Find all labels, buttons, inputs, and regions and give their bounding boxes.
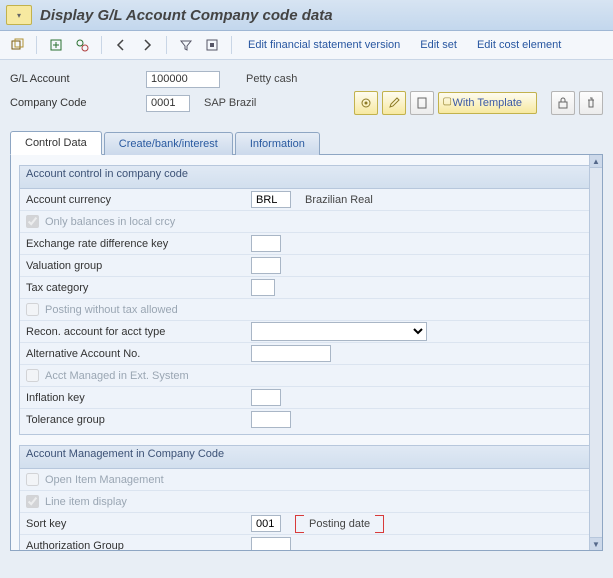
recon-account-select[interactable]: [251, 322, 427, 341]
inflation-key-input[interactable]: [251, 389, 281, 406]
gl-account-label: G/L Account: [10, 73, 140, 85]
company-code-label: Company Code: [10, 97, 140, 109]
window-title: Display G/L Account Company code data: [40, 7, 333, 24]
valuation-group-input[interactable]: [251, 257, 281, 274]
line-item-checkbox: [26, 495, 39, 508]
gl-account-input[interactable]: [146, 71, 220, 88]
edit-set-link[interactable]: Edit set: [412, 39, 465, 51]
tolerance-group-input[interactable]: [251, 411, 291, 428]
scroll-down-icon[interactable]: ▼: [590, 537, 602, 550]
alt-account-label: Alternative Account No.: [26, 348, 251, 360]
inflation-key-label: Inflation key: [26, 392, 251, 404]
only-balances-label: Only balances in local crcy: [45, 216, 270, 228]
edit-financial-statement-link[interactable]: Edit financial statement version: [240, 39, 408, 51]
next-icon[interactable]: [136, 34, 158, 56]
sort-key-desc: Posting date: [295, 518, 384, 530]
scroll-up-icon[interactable]: ▲: [590, 155, 602, 168]
ext-system-label: Acct Managed in Ext. System: [45, 370, 270, 382]
application-toolbar: Edit financial statement version Edit se…: [0, 31, 613, 60]
tab-information[interactable]: Information: [235, 132, 320, 155]
sort-key-input[interactable]: [251, 515, 281, 532]
with-template-button[interactable]: ▢With Template: [438, 92, 538, 114]
recon-account-label: Recon. account for acct type: [26, 326, 251, 338]
toggle-display-change-icon[interactable]: [6, 34, 28, 56]
tolerance-group-label: Tolerance group: [26, 414, 251, 426]
group-account-management: Account Management in Company Code Open …: [19, 445, 594, 551]
previous-icon[interactable]: [110, 34, 132, 56]
settings-icon[interactable]: [201, 34, 223, 56]
group-account-control: Account control in company code Account …: [19, 165, 594, 435]
authorization-group-label: Authorization Group: [26, 540, 251, 552]
where-used-icon[interactable]: [71, 34, 93, 56]
group-title: Account control in company code: [20, 166, 593, 189]
display-icon[interactable]: [354, 91, 378, 115]
account-currency-desc: Brazilian Real: [305, 194, 373, 206]
tabstrip: Control Data Create/bank/interest Inform…: [10, 130, 603, 155]
exchange-rate-input[interactable]: [251, 235, 281, 252]
gl-account-desc: Petty cash: [246, 73, 297, 85]
valuation-group-label: Valuation group: [26, 260, 251, 272]
tab-body: Account control in company code Account …: [10, 155, 603, 551]
selection-header: G/L Account Petty cash Company Code SAP …: [0, 60, 613, 122]
tax-category-label: Tax category: [26, 282, 251, 294]
open-item-checkbox: [26, 473, 39, 486]
with-template-label: With Template: [453, 97, 523, 109]
ext-system-checkbox: [26, 369, 39, 382]
other-account-icon[interactable]: [45, 34, 67, 56]
menu-dropdown-icon[interactable]: ▾: [6, 5, 32, 25]
separator: [36, 36, 37, 54]
separator: [231, 36, 232, 54]
posting-without-tax-checkbox: [26, 303, 39, 316]
posting-without-tax-label: Posting without tax allowed: [45, 304, 270, 316]
account-currency-label: Account currency: [26, 194, 251, 206]
edit-cost-element-link[interactable]: Edit cost element: [469, 39, 569, 51]
create-icon[interactable]: [410, 91, 434, 115]
company-code-input[interactable]: [146, 95, 190, 112]
tab-create-bank-interest[interactable]: Create/bank/interest: [104, 132, 233, 155]
separator: [101, 36, 102, 54]
company-code-desc: SAP Brazil: [204, 97, 256, 109]
filter-icon[interactable]: [175, 34, 197, 56]
exchange-rate-label: Exchange rate difference key: [26, 238, 251, 250]
vertical-scrollbar[interactable]: ▲ ▼: [589, 155, 602, 550]
separator: [166, 36, 167, 54]
tab-control-data[interactable]: Control Data: [10, 131, 102, 155]
account-currency-input[interactable]: [251, 191, 291, 208]
line-item-label: Line item display: [45, 496, 270, 508]
sort-key-label: Sort key: [26, 518, 251, 530]
group-title: Account Management in Company Code: [20, 446, 593, 469]
open-item-label: Open Item Management: [45, 474, 270, 486]
window-titlebar: ▾ Display G/L Account Company code data: [0, 0, 613, 31]
only-balances-checkbox: [26, 215, 39, 228]
edit-icon[interactable]: [382, 91, 406, 115]
lock-icon[interactable]: [551, 91, 575, 115]
authorization-group-input[interactable]: [251, 537, 291, 551]
delete-icon[interactable]: [579, 91, 603, 115]
tax-category-input[interactable]: [251, 279, 275, 296]
alt-account-input[interactable]: [251, 345, 331, 362]
